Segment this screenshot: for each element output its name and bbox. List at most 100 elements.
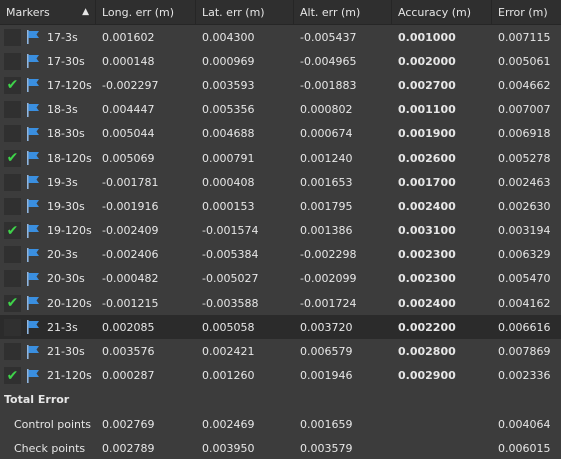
checkmark-icon: ✔ (6, 77, 19, 94)
flag-icon (25, 223, 41, 239)
flag-icon (25, 29, 41, 45)
marker-checkbox[interactable] (4, 343, 21, 361)
table-row[interactable]: ✔ 17-120s -0.002297 0.003593 -0.001883 0.0027… (0, 73, 561, 97)
marker-checkbox[interactable] (4, 52, 21, 70)
table-row[interactable]: 19-30s -0.001916 0.000153 0.001795 0.002400 0… (0, 194, 561, 218)
accuracy-value[interactable]: 0.002300 (392, 248, 492, 261)
table-row[interactable]: 18-30s 0.005044 0.004688 0.000674 0.001900 0.… (0, 122, 561, 146)
marker-checkbox[interactable] (4, 318, 21, 336)
table-row[interactable]: ✔ 18-120s 0.005069 0.000791 0.001240 0.002600… (0, 146, 561, 170)
lat-err-value: -0.005027 (202, 272, 259, 286)
long-err-value: 0.000287 (102, 369, 155, 383)
error-value: 0.004662 (498, 78, 551, 92)
summary-alt-err: 0.003579 (300, 442, 353, 456)
error-value: 0.002630 (498, 199, 551, 213)
marker-checkbox[interactable]: ✔ (4, 294, 21, 312)
marker-label: 17-120s (47, 78, 92, 92)
marker-checkbox[interactable]: ✔ (4, 76, 21, 94)
alt-err-value: 0.006579 (300, 345, 353, 359)
table-row[interactable]: 18-3s 0.004447 0.005356 0.000802 0.001100 0.0… (0, 98, 561, 122)
marker-label: 18-30s (47, 127, 85, 141)
long-err-value: 0.004447 (102, 103, 155, 117)
column-header-error[interactable]: Error (m) (492, 0, 561, 24)
long-err-value: 0.005069 (102, 151, 155, 165)
marker-cell: ✔ 21-120s (0, 367, 96, 385)
table-row[interactable]: 17-30s 0.000148 0.000969 -0.004965 0.002000 0… (0, 49, 561, 73)
marker-checkbox[interactable] (4, 173, 21, 191)
marker-label: 17-30s (47, 54, 85, 68)
column-header-alt-err[interactable]: Alt. err (m) (294, 0, 392, 24)
column-header-lat-err[interactable]: Lat. err (m) (196, 0, 294, 24)
column-header-accuracy[interactable]: Accuracy (m) (392, 0, 492, 24)
alt-err-value: -0.004965 (300, 54, 357, 68)
marker-checkbox[interactable] (4, 28, 21, 46)
summary-row-check-points: Check points 0.002789 0.003950 0.003579 … (0, 436, 561, 459)
marker-label: 21-30s (47, 345, 85, 359)
checkmark-icon: ✔ (6, 295, 19, 312)
lat-err-value: 0.003593 (202, 78, 255, 92)
column-header-long-err[interactable]: Long. err (m) (96, 0, 196, 24)
alt-err-value: -0.002099 (300, 272, 357, 286)
accuracy-value[interactable]: 0.001700 (392, 176, 492, 189)
flag-icon (25, 295, 41, 311)
summary-lat-err: 0.002469 (202, 417, 255, 431)
table-row[interactable]: ✔ 20-120s -0.001215 -0.003588 -0.001724 0.002… (0, 291, 561, 315)
accuracy-value[interactable]: 0.002400 (392, 297, 492, 310)
accuracy-value[interactable]: 0.002800 (392, 345, 492, 358)
marker-checkbox[interactable] (4, 246, 21, 264)
marker-checkbox[interactable] (4, 101, 21, 119)
flag-icon (25, 77, 41, 93)
accuracy-value[interactable]: 0.002200 (392, 321, 492, 334)
accuracy-value[interactable]: 0.001100 (392, 103, 492, 116)
accuracy-value[interactable]: 0.002700 (392, 79, 492, 92)
accuracy-value[interactable]: 0.003100 (392, 224, 492, 237)
table-row[interactable]: 21-30s 0.003576 0.002421 0.006579 0.002800 0.… (0, 339, 561, 363)
lat-err-value: 0.002421 (202, 345, 255, 359)
table-row[interactable]: ✔ 21-120s 0.000287 0.001260 0.001946 0.002900… (0, 364, 561, 388)
marker-label: 19-3s (47, 175, 78, 189)
table-row[interactable]: 19-3s -0.001781 0.000408 0.001653 0.001700 0.… (0, 170, 561, 194)
marker-checkbox[interactable]: ✔ (4, 367, 21, 385)
table-row[interactable]: ✔ 19-120s -0.002409 -0.001574 0.001386 0.0031… (0, 219, 561, 243)
alt-err-value: -0.005437 (300, 30, 357, 44)
error-value: 0.002336 (498, 369, 551, 383)
alt-err-value: 0.001946 (300, 369, 353, 383)
table-row[interactable]: 20-30s -0.000482 -0.005027 -0.002099 0.00230… (0, 267, 561, 291)
table-row[interactable]: 21-3s 0.002085 0.005058 0.003720 0.002200 0.0… (0, 315, 561, 340)
flag-icon (25, 198, 41, 214)
marker-checkbox[interactable] (4, 125, 21, 143)
accuracy-value[interactable]: 0.002000 (392, 55, 492, 68)
lat-err-value: 0.004300 (202, 30, 255, 44)
summary-label: Control points (14, 417, 92, 431)
lat-err-value: 0.000153 (202, 199, 255, 213)
table-row[interactable]: 17-3s 0.001602 0.004300 -0.005437 0.001000 0.… (0, 25, 561, 49)
accuracy-value[interactable]: 0.002400 (392, 200, 492, 213)
total-error-heading: Total Error (4, 393, 70, 407)
marker-label: 18-120s (47, 151, 92, 165)
marker-checkbox[interactable]: ✔ (4, 222, 21, 240)
column-header-markers[interactable]: Markers ▲ (0, 0, 96, 24)
marker-cell: 20-30s (0, 270, 96, 288)
error-value: 0.006616 (498, 320, 551, 334)
marker-checkbox[interactable] (4, 197, 21, 215)
accuracy-value[interactable]: 0.002300 (392, 272, 492, 285)
marker-cell: 21-30s (0, 343, 96, 361)
error-value: 0.003194 (498, 224, 551, 238)
alt-err-value: -0.002298 (300, 248, 357, 262)
marker-cell: 18-3s (0, 101, 96, 119)
marker-checkbox[interactable] (4, 270, 21, 288)
lat-err-value: -0.003588 (202, 296, 259, 310)
lat-err-value: 0.000408 (202, 175, 255, 189)
marker-checkbox[interactable]: ✔ (4, 149, 21, 167)
accuracy-value[interactable]: 0.001000 (392, 31, 492, 44)
accuracy-value[interactable]: 0.001900 (392, 127, 492, 140)
marker-label: 21-120s (47, 369, 92, 383)
marker-label: 21-3s (47, 320, 78, 334)
marker-cell: ✔ 19-120s (0, 222, 96, 240)
marker-label: 19-30s (47, 199, 85, 213)
summary-error: 0.004064 (498, 417, 551, 431)
marker-cell: 17-30s (0, 52, 96, 70)
accuracy-value[interactable]: 0.002600 (392, 152, 492, 165)
accuracy-value[interactable]: 0.002900 (392, 369, 492, 382)
table-row[interactable]: 20-3s -0.002406 -0.005384 -0.002298 0.002300… (0, 243, 561, 267)
